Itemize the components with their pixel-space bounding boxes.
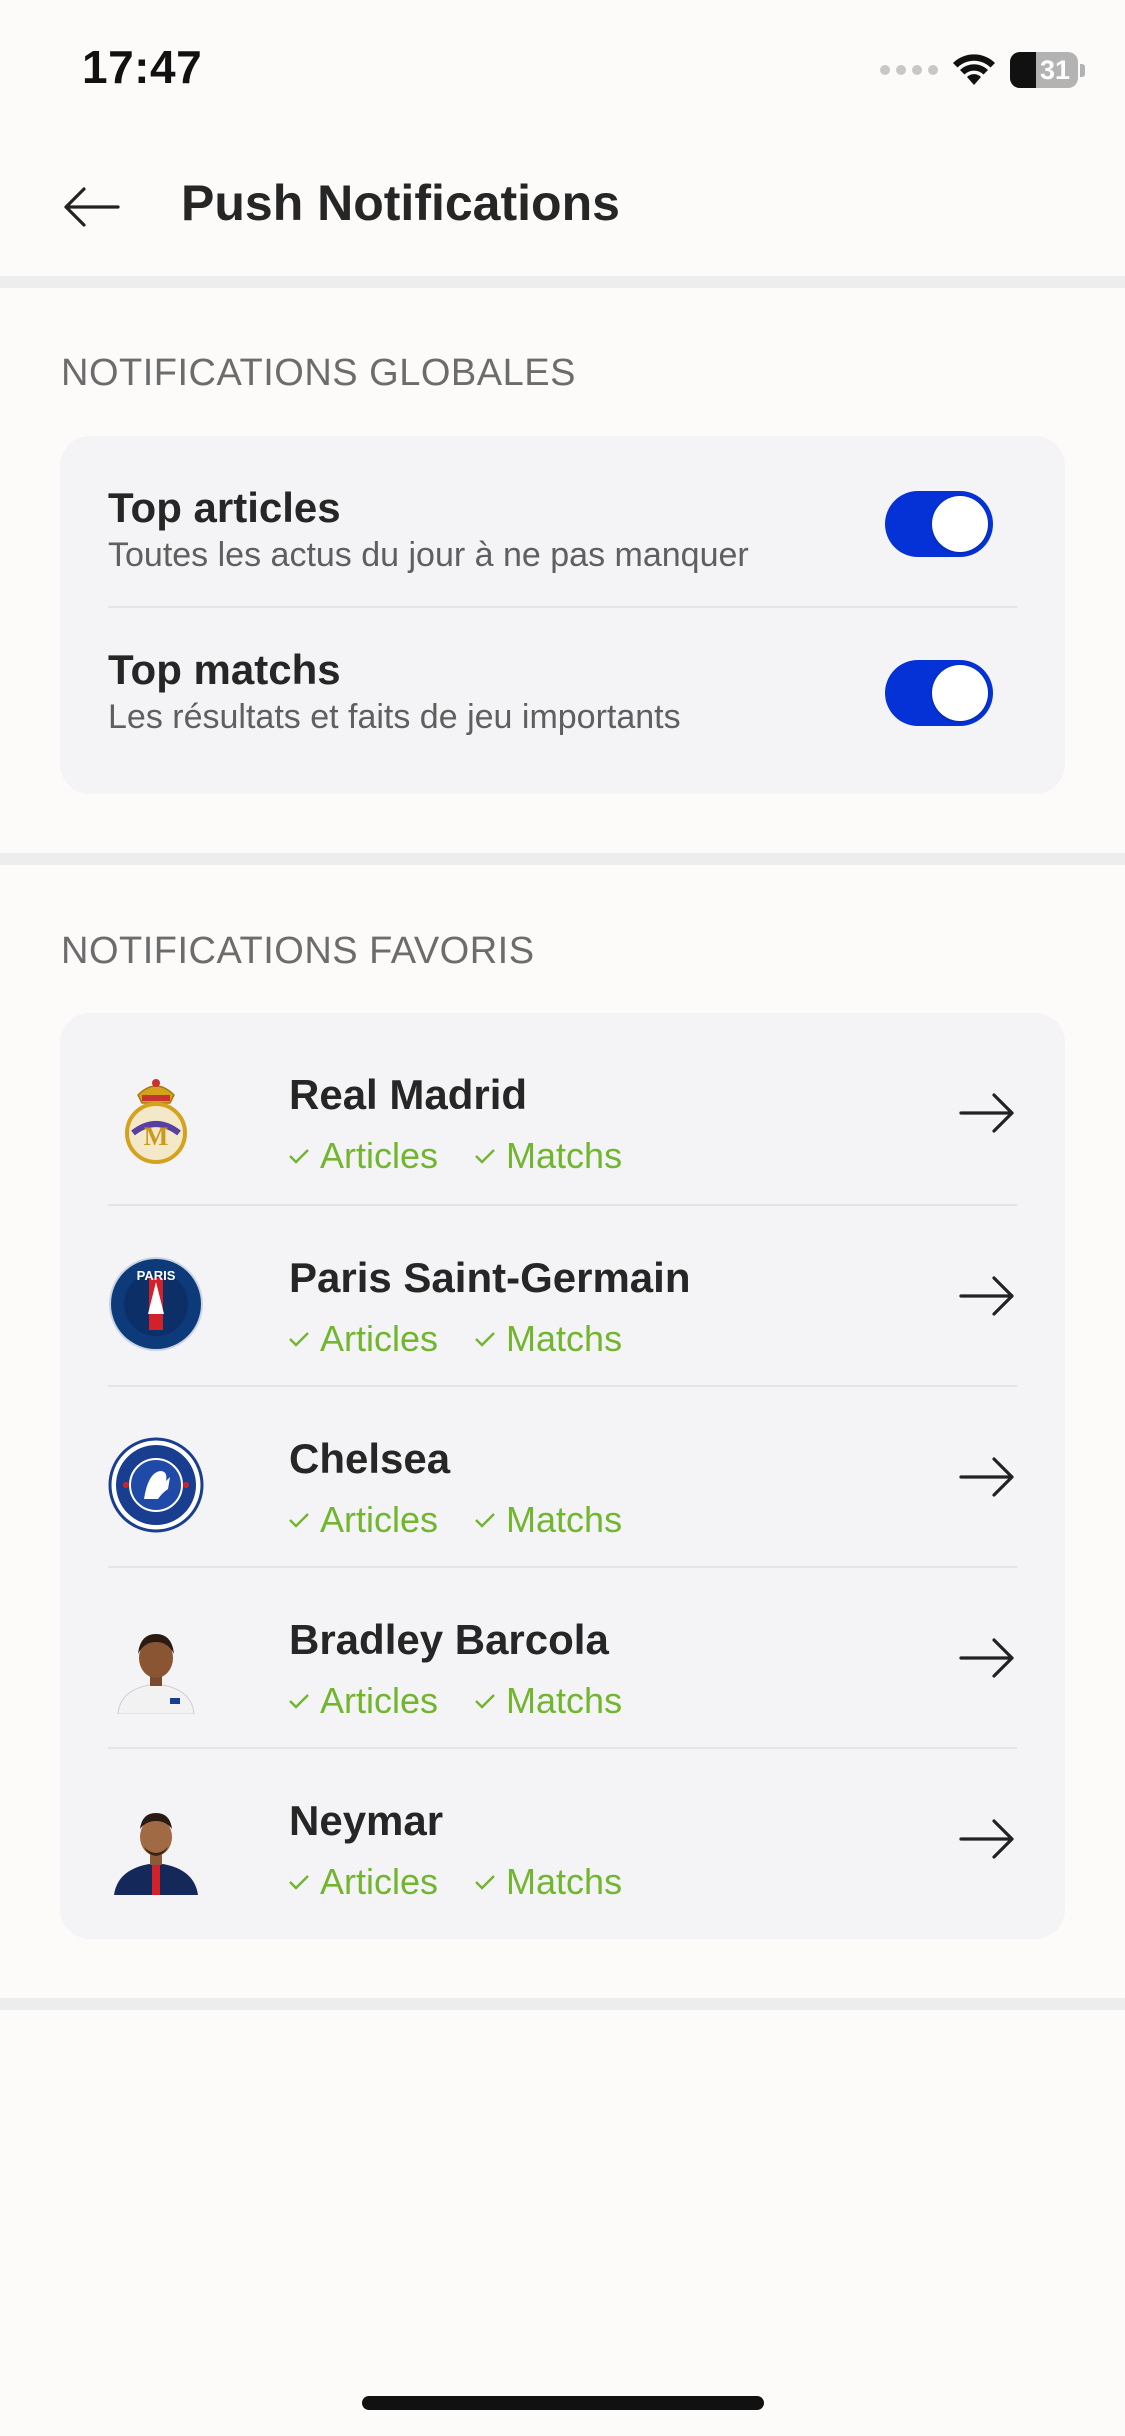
arrow-right-icon bbox=[957, 1628, 1017, 1688]
favorite-tags: Articles Matchs bbox=[288, 1135, 622, 1177]
tag-matchs: Matchs bbox=[474, 1318, 622, 1360]
global-notifications-card: Top articles Toutes les actus du jour à … bbox=[60, 436, 1065, 794]
favorite-name: Neymar bbox=[289, 1797, 444, 1844]
header: Push Notifications bbox=[0, 140, 1125, 276]
favorite-name: Real Madrid bbox=[289, 1071, 528, 1118]
svg-text:M: M bbox=[144, 1122, 169, 1151]
section-title-global: NOTIFICATIONS GLOBALES bbox=[61, 352, 576, 394]
check-icon bbox=[289, 1513, 309, 1528]
arrow-right-icon bbox=[957, 1809, 1017, 1869]
row-title: Top articles bbox=[108, 484, 341, 531]
arrow-left-icon bbox=[64, 187, 120, 227]
divider bbox=[0, 1998, 1125, 2010]
favorite-name: Paris Saint-Germain bbox=[289, 1254, 691, 1301]
favorite-row-chelsea[interactable]: Chelsea Articles Matchs bbox=[108, 1385, 1017, 1566]
check-icon bbox=[475, 1149, 495, 1164]
tag-label: Matchs bbox=[506, 1318, 623, 1359]
tag-articles: Articles bbox=[288, 1680, 438, 1722]
tag-matchs: Matchs bbox=[474, 1499, 622, 1541]
status-bar: 17:47 31 bbox=[0, 0, 1125, 140]
top-articles-toggle[interactable] bbox=[885, 491, 993, 557]
tag-label: Matchs bbox=[506, 1680, 623, 1721]
status-time: 17:47 bbox=[82, 41, 203, 93]
wifi-icon bbox=[953, 54, 995, 85]
battery-level: 31 bbox=[1039, 54, 1070, 85]
tag-matchs: Matchs bbox=[474, 1135, 622, 1177]
row-title: Top matchs bbox=[108, 646, 341, 693]
tag-label: Articles bbox=[320, 1861, 439, 1902]
tag-label: Matchs bbox=[506, 1499, 623, 1540]
tag-matchs: Matchs bbox=[474, 1680, 622, 1722]
player-photo bbox=[108, 1799, 204, 1895]
tag-label: Matchs bbox=[506, 1861, 623, 1902]
check-icon bbox=[475, 1875, 495, 1890]
chelsea-crest-icon bbox=[108, 1437, 204, 1533]
section-title-favorites: NOTIFICATIONS FAVORIS bbox=[61, 930, 535, 972]
check-icon bbox=[289, 1875, 309, 1890]
tag-matchs: Matchs bbox=[474, 1861, 622, 1903]
row-subtitle: Les résultats et faits de jeu importants bbox=[108, 698, 681, 736]
toggle-row-top-matchs: Top matchs Les résultats et faits de jeu… bbox=[108, 606, 1017, 776]
favorite-tags: Articles Matchs bbox=[288, 1499, 622, 1541]
favorite-name: Chelsea bbox=[289, 1435, 451, 1482]
check-icon bbox=[475, 1513, 495, 1528]
favorite-row-neymar[interactable]: Neymar Articles Matchs bbox=[108, 1747, 1017, 1928]
svg-text:PARIS: PARIS bbox=[137, 1268, 176, 1283]
row-subtitle: Toutes les actus du jour à ne pas manque… bbox=[108, 536, 749, 574]
home-indicator[interactable] bbox=[362, 2396, 764, 2410]
player-photo bbox=[108, 1618, 204, 1714]
tag-label: Articles bbox=[320, 1499, 439, 1540]
real-madrid-crest-icon: M bbox=[125, 1079, 187, 1164]
favorite-name: Bradley Barcola bbox=[289, 1616, 609, 1663]
page-title: Push Notifications bbox=[181, 175, 620, 231]
tag-label: Articles bbox=[320, 1680, 439, 1721]
favorite-row-real-madrid[interactable]: M Real Madrid Articles Matchs bbox=[108, 1023, 1017, 1204]
status-icons: 31 bbox=[880, 50, 1085, 90]
check-icon bbox=[475, 1694, 495, 1709]
push-notifications-screen: 17:47 31 Push Notifications NOTIFICATION… bbox=[0, 0, 1125, 2436]
tag-articles: Articles bbox=[288, 1861, 438, 1903]
divider bbox=[0, 853, 1125, 865]
psg-crest-icon: PARIS bbox=[109, 1257, 203, 1351]
favorite-row-psg[interactable]: PARIS Paris Saint-Germain Articles Match… bbox=[108, 1204, 1017, 1385]
tag-articles: Articles bbox=[288, 1499, 438, 1541]
divider bbox=[0, 276, 1125, 288]
battery-icon: 31 bbox=[1010, 52, 1078, 88]
cellular-signal-icon bbox=[880, 65, 938, 75]
favorite-tags: Articles Matchs bbox=[288, 1680, 622, 1722]
favorite-tags: Articles Matchs bbox=[288, 1318, 622, 1360]
favorites-card: M Real Madrid Articles Matchs PARIS Pari… bbox=[60, 1013, 1065, 1939]
favorite-row-bradley-barcola[interactable]: Bradley Barcola Articles Matchs bbox=[108, 1566, 1017, 1747]
tag-label: Articles bbox=[320, 1135, 439, 1176]
check-icon bbox=[289, 1694, 309, 1709]
check-icon bbox=[475, 1332, 495, 1347]
arrow-right-icon bbox=[957, 1083, 1017, 1143]
toggle-row-top-articles: Top articles Toutes les actus du jour à … bbox=[60, 436, 1065, 606]
back-button[interactable] bbox=[56, 172, 126, 242]
tag-articles: Articles bbox=[288, 1135, 438, 1177]
check-icon bbox=[289, 1149, 309, 1164]
check-icon bbox=[289, 1332, 309, 1347]
favorite-tags: Articles Matchs bbox=[288, 1861, 622, 1903]
arrow-right-icon bbox=[957, 1266, 1017, 1326]
arrow-right-icon bbox=[957, 1447, 1017, 1507]
top-matchs-toggle[interactable] bbox=[885, 660, 993, 726]
tag-label: Matchs bbox=[506, 1135, 623, 1176]
tag-label: Articles bbox=[320, 1318, 439, 1359]
tag-articles: Articles bbox=[288, 1318, 438, 1360]
